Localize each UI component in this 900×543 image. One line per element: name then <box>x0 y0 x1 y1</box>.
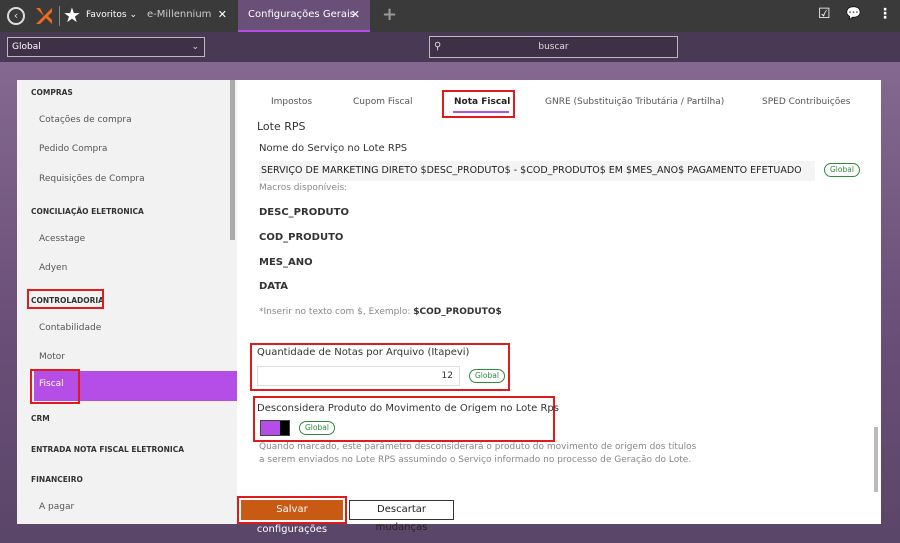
search-placeholder: buscar <box>538 42 569 52</box>
tab-gnre[interactable]: GNRE (Substituição Tributária / Partilha… <box>545 97 724 107</box>
highlight-save <box>237 496 347 524</box>
global-badge: Global <box>299 421 335 435</box>
macro-hint: *Inserir no texto com $, Exemplo: $COD_P… <box>259 307 502 317</box>
discard-button[interactable]: Descartar mudanças <box>349 500 454 533</box>
sidebar-section-entrada-nf: ENTRADA NOTA FISCAL ELETRONICA <box>31 445 185 454</box>
tab-cupom-fiscal[interactable]: Cupom Fiscal <box>353 97 413 107</box>
sidebar-item-acesstage[interactable]: Acesstage <box>39 234 85 244</box>
content-tabs: Impostos Cupom Fiscal Nota Fiscal GNRE (… <box>237 80 881 118</box>
star-icon[interactable]: ★ <box>63 3 81 27</box>
hint-example: $COD_PRODUTO$ <box>413 307 502 317</box>
toggle-knob <box>280 421 289 435</box>
macro-mes-ano: MES_ANO <box>259 257 313 268</box>
top-bar: ‹ ★ Favoritos ⌄ e-Millennium ✕ Configura… <box>0 0 900 32</box>
menu-icon[interactable]: ⋮ <box>878 6 892 22</box>
quantity-label: Quantidade de Notas por Arquivo (Itapevi… <box>257 347 470 358</box>
favorites-label: Favoritos <box>86 10 127 20</box>
back-icon[interactable]: ‹ <box>7 7 25 25</box>
chevron-down-icon: ⌄ <box>191 42 199 52</box>
global-badge: Global <box>824 163 860 177</box>
tab-sped-contribuicoes[interactable]: SPED Contribuições <box>762 97 850 107</box>
tab-label: e-Millennium <box>147 9 212 20</box>
sidebar-section-conciliacao: CONCILIAÇÃO ELETRONICA <box>31 207 144 216</box>
tab-label: Configurações Gerais <box>248 9 355 20</box>
tab-configuracoes-gerais[interactable]: Configurações Gerais ✕ <box>238 0 370 32</box>
sidebar-item-adyen[interactable]: Adyen <box>39 263 67 273</box>
global-badge: Global <box>469 369 505 383</box>
main-scrollbar[interactable] <box>874 427 878 492</box>
chat-icon[interactable]: 💬 <box>846 6 861 20</box>
quantity-input[interactable]: 12 <box>257 366 460 386</box>
search-input[interactable]: ⚲ buscar <box>429 36 678 58</box>
service-name-label: Nome do Serviço no Lote RPS <box>259 143 408 154</box>
sidebar-section-financeiro: FINANCEIRO <box>31 475 83 484</box>
search-icon: ⚲ <box>434 41 442 52</box>
hint-text: *Inserir no texto com $, Exemplo: <box>259 307 414 317</box>
toolbar: Global ⌄ ⚲ buscar <box>0 32 900 62</box>
tab-e-millennium[interactable]: e-Millennium ✕ <box>137 0 237 32</box>
favorites-menu[interactable]: Favoritos ⌄ <box>86 10 137 20</box>
main-panel: Impostos Cupom Fiscal Nota Fiscal GNRE (… <box>237 80 881 535</box>
sidebar-item-contabilidade[interactable]: Contabilidade <box>39 323 101 333</box>
highlight-nota-fiscal <box>442 90 515 118</box>
sidebar-scrollbar[interactable] <box>230 80 235 240</box>
sidebar-section-compras: COMPRAS <box>31 88 73 97</box>
highlight-fiscal <box>30 369 80 404</box>
sidebar-item-pedido-compra[interactable]: Pedido Compra <box>39 144 107 154</box>
scope-select[interactable]: Global ⌄ <box>7 37 205 57</box>
sidebar-item-cotacoes[interactable]: Cotações de compra <box>39 115 132 125</box>
macro-cod-produto: COD_PRODUTO <box>259 232 344 243</box>
tab-impostos[interactable]: Impostos <box>271 97 312 107</box>
checklist-icon[interactable]: ☑ <box>818 6 831 22</box>
service-name-input[interactable]: SERVIÇO DE MARKETING DIRETO $DESC_PRODUT… <box>259 161 815 181</box>
section-title: Lote RPS <box>257 120 306 133</box>
ignore-product-description: Quando marcado, este parâmetro desconsid… <box>259 442 697 465</box>
close-icon[interactable]: ✕ <box>218 0 227 30</box>
divider <box>59 6 60 26</box>
sidebar-section-crm: CRM <box>31 414 50 423</box>
sidebar-item-requisicoes[interactable]: Requisições de Compra <box>39 174 145 184</box>
highlight-controladoria <box>27 289 104 309</box>
macro-desc-produto: DESC_PRODUTO <box>259 207 349 218</box>
sidebar-item-motor[interactable]: Motor <box>39 352 65 362</box>
app-logo-icon[interactable] <box>33 5 55 27</box>
close-icon[interactable]: ✕ <box>351 0 360 30</box>
ignore-product-label: Desconsidera Produto do Movimento de Ori… <box>257 403 559 414</box>
sidebar-item-a-pagar[interactable]: A pagar <box>39 502 74 512</box>
scope-select-value: Global <box>12 42 41 52</box>
add-tab-icon[interactable]: + <box>382 4 397 25</box>
ignore-product-toggle[interactable] <box>260 420 290 436</box>
macro-data: DATA <box>259 281 289 292</box>
macros-label: Macros disponíveis: <box>259 183 348 193</box>
